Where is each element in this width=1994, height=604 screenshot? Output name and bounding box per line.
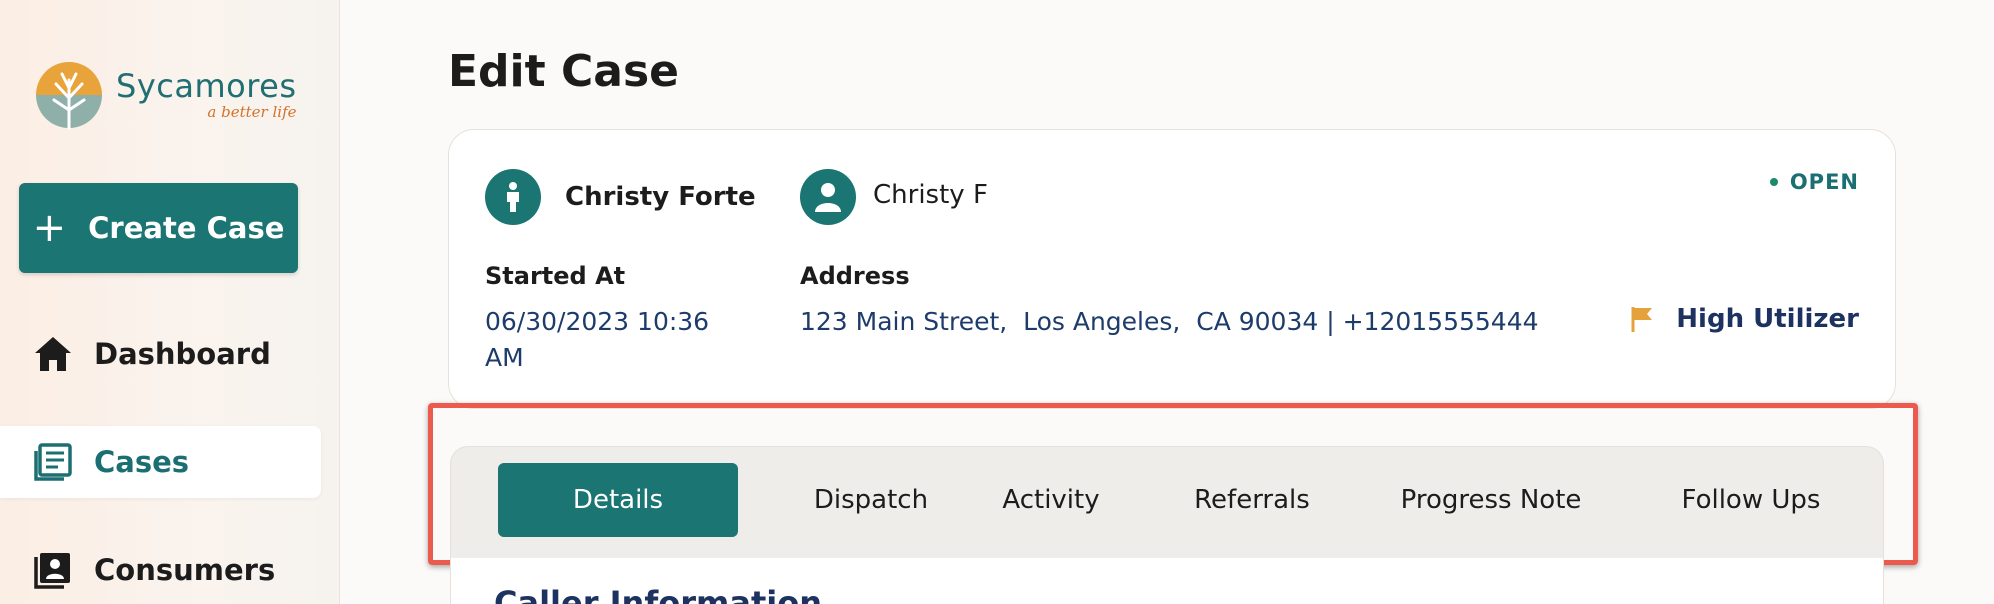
child-icon xyxy=(507,182,519,212)
caller-information-heading: Caller Information xyxy=(494,584,822,604)
page-title: Edit Case xyxy=(448,46,679,97)
sycamores-logo[interactable]: Sycamores a better life xyxy=(32,58,297,132)
sidebar-item-dashboard[interactable]: Dashboard xyxy=(0,318,321,390)
started-at-label: Started At xyxy=(485,262,626,290)
logo-tagline: a better life xyxy=(207,103,297,121)
create-case-button[interactable]: + Create Case xyxy=(19,183,298,273)
home-icon xyxy=(32,333,74,375)
status-badge: OPEN xyxy=(1769,170,1859,194)
high-utilizer-flag: High Utilizer xyxy=(1630,304,1859,334)
case-summary-card: Christy Forte Christy F OPEN Started At … xyxy=(448,129,1896,409)
consumer-name[interactable]: Christy Forte xyxy=(565,182,756,212)
high-utilizer-label: High Utilizer xyxy=(1676,304,1859,334)
sidebar-item-cases[interactable]: Cases xyxy=(0,426,321,498)
address-value: 123 Main Street, Los Angeles, CA 90034 |… xyxy=(800,307,1539,336)
plus-icon: + xyxy=(32,205,67,251)
person-icon xyxy=(815,183,841,212)
cases-icon xyxy=(32,441,74,483)
tree-logo-icon xyxy=(32,58,106,132)
status-text: OPEN xyxy=(1789,170,1859,194)
consumer-avatar xyxy=(485,169,541,225)
caller-name: Christy F xyxy=(873,180,988,210)
logo-name: Sycamores xyxy=(116,67,297,105)
sidebar-item-label: Cases xyxy=(94,445,190,479)
caller-avatar xyxy=(800,169,856,225)
consumers-icon xyxy=(32,549,74,591)
sidebar-item-label: Consumers xyxy=(94,553,276,587)
started-at-value: 06/30/2023 10:36 AM xyxy=(485,307,710,372)
flag-icon xyxy=(1631,307,1653,332)
sidebar-item-consumers[interactable]: Consumers xyxy=(0,534,321,604)
sidebar-item-label: Dashboard xyxy=(94,337,271,371)
address-label: Address xyxy=(800,262,910,290)
create-case-label: Create Case xyxy=(88,211,285,245)
tabs-highlight-box xyxy=(428,403,1918,565)
sidebar: Sycamores a better life + Create Case Da… xyxy=(0,0,340,604)
status-dot-icon xyxy=(1769,178,1778,186)
